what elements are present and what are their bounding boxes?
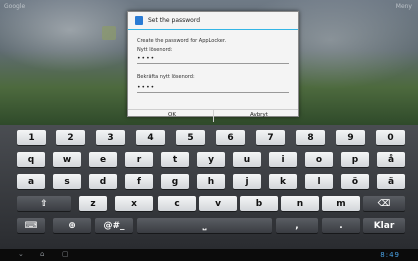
system-nav-bar: ⌄ ⌂ ▢ 8:49 [0,249,418,261]
key-p[interactable]: p [341,152,369,167]
clock: 8:49 [380,251,400,259]
key-v[interactable]: v [199,196,237,211]
new-password-label: Nytt lösenord: [137,47,173,53]
symbols-key[interactable]: @#_ [95,218,133,233]
applocker-icon [135,16,143,25]
key-1[interactable]: 1 [17,130,46,145]
key-b[interactable]: b [240,196,278,211]
dialog-message: Create the password for AppLocker. [137,38,227,44]
key-o[interactable]: o [305,152,333,167]
key-i[interactable]: i [269,152,297,167]
period-key[interactable]: . [322,218,360,233]
key-w[interactable]: w [53,152,81,167]
recent-apps-icon[interactable]: ▢ [62,250,69,258]
key-q[interactable]: q [17,152,45,167]
back-icon[interactable]: ⌄ [18,250,24,258]
confirm-password-label: Bekräfta nytt lösenord: [137,74,195,80]
key-y[interactable]: y [197,152,225,167]
home-icon[interactable]: ⌂ [40,250,44,258]
menu-label[interactable]: Meny [396,3,412,10]
dialog-title-bar: Set the password [128,12,298,30]
keyboard-settings-key[interactable]: ⌨ [17,218,45,233]
key-x[interactable]: x [115,196,153,211]
key-r[interactable]: r [125,152,153,167]
backspace-key[interactable]: ⌫ [363,196,405,211]
key-g[interactable]: g [161,174,189,189]
key-c[interactable]: c [158,196,196,211]
space-key[interactable]: ⎵ [137,218,272,233]
key-5[interactable]: 5 [176,130,205,145]
app-icon [102,26,116,40]
key-n[interactable]: n [281,196,319,211]
key-e[interactable]: e [89,152,117,167]
key-9[interactable]: 9 [336,130,365,145]
key-4[interactable]: 4 [136,130,165,145]
shift-key[interactable]: ⇧ [17,196,71,211]
key-3[interactable]: 3 [96,130,125,145]
new-password-field[interactable]: •••• [137,55,289,64]
key-7[interactable]: 7 [256,130,285,145]
cancel-button[interactable]: Avbryt [250,112,268,118]
key-d[interactable]: d [89,174,117,189]
key-a-umlaut[interactable]: ä [377,174,405,189]
key-o-umlaut[interactable]: ö [341,174,369,189]
set-password-dialog: Set the password Create the password for… [127,11,299,122]
key-2[interactable]: 2 [56,130,85,145]
ok-button[interactable]: OK [168,112,176,118]
done-key[interactable]: Klar [363,218,405,233]
key-6[interactable]: 6 [216,130,245,145]
key-0[interactable]: 0 [376,130,405,145]
key-m[interactable]: m [322,196,360,211]
comma-key[interactable]: , [276,218,318,233]
key-j[interactable]: j [233,174,261,189]
key-a-ring[interactable]: å [377,152,405,167]
button-divider [213,110,214,122]
key-s[interactable]: s [53,174,81,189]
key-8[interactable]: 8 [296,130,325,145]
key-h[interactable]: h [197,174,225,189]
key-z[interactable]: z [79,196,107,211]
google-search-label[interactable]: Google [4,3,25,10]
key-t[interactable]: t [161,152,189,167]
dialog-buttons: OK Avbryt [128,109,298,123]
on-screen-keyboard: 1 2 3 4 5 6 7 8 9 0 q w e r t y u i o p … [0,125,418,249]
key-k[interactable]: k [269,174,297,189]
key-l[interactable]: l [305,174,333,189]
dialog-title: Set the password [148,17,200,24]
key-a[interactable]: a [17,174,45,189]
confirm-password-field[interactable]: •••• [137,84,289,93]
key-u[interactable]: u [233,152,261,167]
key-f[interactable]: f [125,174,153,189]
language-key[interactable]: ⊕ [53,218,91,233]
